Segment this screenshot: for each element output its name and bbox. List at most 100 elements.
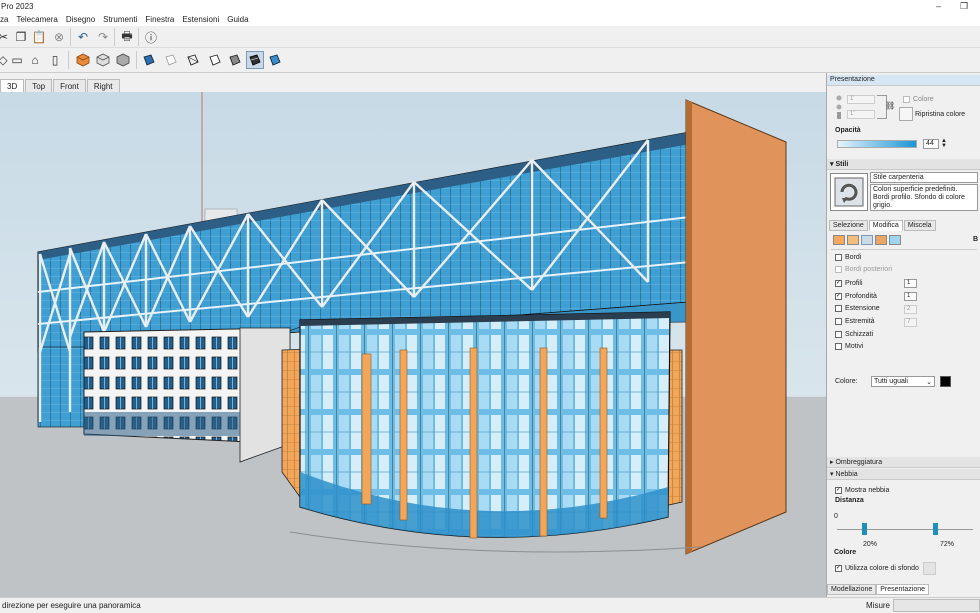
edge-color-swatch[interactable] (940, 376, 951, 387)
wireframe-icon[interactable] (184, 51, 202, 69)
opacity-input[interactable]: 44 (923, 139, 939, 149)
stili-header[interactable]: ▾ Stili (827, 159, 980, 170)
fog-start-handle[interactable] (862, 523, 868, 535)
style-description[interactable]: Colori superficie predefiniti. Bordi pro… (870, 184, 978, 211)
nebbia-header[interactable]: ▾ Nebbia (827, 469, 980, 480)
tab-modifica[interactable]: Modifica (868, 220, 903, 231)
menu-extensions[interactable]: Estensioni (178, 13, 223, 26)
profondita-checkbox[interactable]: ✓ (835, 293, 842, 300)
opacity-spinner-icon[interactable]: ▲ ▼ (941, 138, 947, 149)
paint-bucket-icon[interactable] (835, 93, 843, 121)
menu-window[interactable]: Finestra (141, 13, 178, 26)
motivi-checkbox[interactable] (835, 343, 842, 350)
menu-help[interactable]: Guida (223, 13, 252, 26)
tab-front[interactable]: Front (53, 79, 86, 92)
nebbia-label: Nebbia (835, 471, 858, 478)
top-view-icon[interactable]: ▭ (8, 51, 26, 69)
ombreggiatura-label: Ombreggiatura (835, 459, 883, 466)
estremita-value[interactable]: 7 (904, 318, 917, 327)
copy-icon[interactable]: ❐ (12, 28, 30, 46)
edge-color-select[interactable]: Tutti uguali ⌄ (871, 376, 935, 387)
schizzati-checkbox[interactable] (835, 331, 842, 338)
background-settings-icon[interactable] (861, 235, 873, 245)
style-name-field[interactable]: Stile carpenteria (870, 172, 978, 183)
option-bordi-posteriori[interactable]: Bordi posteriori (835, 266, 892, 273)
link-icon[interactable]: ⛓ (885, 101, 895, 110)
material-swatch-area: 1' 1' ⛓ (835, 93, 895, 123)
ripristina-colore-label[interactable]: Ripristina colore (915, 111, 975, 119)
usa-sfondo-checkbox[interactable]: ✓ (835, 565, 842, 572)
model-info-icon[interactable]: ⓘ (142, 28, 160, 46)
option-profondita[interactable]: ✓ Profondità (835, 293, 877, 300)
color-swatch[interactable] (899, 107, 913, 121)
profili-value[interactable]: 1 (904, 279, 917, 288)
option-motivi[interactable]: Motivi (835, 343, 863, 350)
option-usa-sfondo[interactable]: ✓ Utilizza colore di sfondo (835, 565, 919, 572)
option-mostra-nebbia[interactable]: ✓ Mostra nebbia (835, 487, 889, 494)
estensione-checkbox[interactable] (835, 305, 842, 312)
menu-tools[interactable]: Strumenti (99, 13, 141, 26)
solid-icon[interactable] (114, 51, 132, 69)
option-profili[interactable]: ✓ Profili (835, 280, 863, 287)
profili-checkbox[interactable]: ✓ (835, 280, 842, 287)
undo-icon[interactable]: ↶ (74, 28, 92, 46)
fog-end-handle[interactable] (932, 523, 938, 535)
colore-checkbox[interactable] (903, 96, 910, 103)
edge-settings-icon[interactable] (833, 235, 845, 245)
restore-button[interactable]: ❐ (960, 1, 968, 12)
right-view-icon[interactable]: ▯ (46, 51, 64, 69)
menu-draw[interactable]: Disegno (62, 13, 99, 26)
paste-icon[interactable]: 📋 (30, 28, 48, 46)
opacity-slider[interactable] (837, 140, 917, 148)
profili-label: Profili (845, 280, 863, 287)
cut-icon[interactable]: ✂ (0, 28, 12, 46)
separator (70, 28, 71, 46)
face-settings-icon[interactable] (847, 235, 859, 245)
tab-top[interactable]: Top (25, 79, 53, 92)
shaded-icon[interactable] (226, 51, 244, 69)
mostra-nebbia-checkbox[interactable]: ✓ (835, 487, 842, 494)
fog-slider-track[interactable] (837, 529, 973, 530)
option-schizzati[interactable]: Schizzati (835, 331, 873, 338)
tab-miscela[interactable]: Miscela (903, 220, 936, 231)
colore-checkbox-row[interactable]: Colore (903, 96, 934, 103)
modeling-settings-icon[interactable] (889, 235, 901, 245)
minimize-button[interactable]: – (936, 1, 941, 11)
estremita-label: Estremità (845, 318, 875, 325)
tab-modellazione[interactable]: Modellazione (827, 584, 877, 595)
profondita-value[interactable]: 1 (904, 292, 917, 301)
shaded-textures-icon[interactable] (246, 51, 264, 69)
menu-view[interactable]: za (0, 13, 12, 26)
material-value-b[interactable]: 1' (847, 110, 875, 119)
option-estensione[interactable]: Estensione (835, 305, 880, 312)
bordi-posteriori-checkbox[interactable] (835, 266, 842, 273)
component-icon[interactable] (74, 51, 92, 69)
option-bordi[interactable]: Bordi (835, 254, 861, 261)
group-icon[interactable] (94, 51, 112, 69)
3d-viewport[interactable] (0, 92, 826, 597)
estremita-checkbox[interactable] (835, 318, 842, 325)
xray-icon[interactable] (140, 51, 158, 69)
option-estremita[interactable]: Estremità (835, 318, 875, 325)
tab-3d[interactable]: 3D (0, 79, 25, 92)
erase-icon[interactable]: ⊗ (50, 28, 68, 46)
monochrome-icon[interactable] (266, 51, 284, 69)
watermark-settings-icon[interactable] (875, 235, 887, 245)
hidden-line-icon[interactable] (206, 51, 224, 69)
tab-presentazione[interactable]: Presentazione (876, 584, 930, 595)
redo-icon[interactable]: ↷ (94, 28, 112, 46)
back-edges-icon[interactable] (162, 51, 180, 69)
measurements-input[interactable] (893, 599, 980, 612)
tab-right[interactable]: Right (86, 79, 120, 92)
print-icon[interactable]: 🖶 (118, 28, 136, 46)
menu-camera[interactable]: Telecamera (12, 13, 61, 26)
estensione-value[interactable]: 2 (904, 305, 917, 314)
tray-bottom-tabs: Modellazione Presentazione (827, 584, 930, 595)
material-value-a[interactable]: 1' (847, 95, 875, 104)
fog-color-swatch[interactable] (923, 562, 936, 575)
front-view-icon[interactable]: ⌂ (26, 51, 44, 69)
bordi-checkbox[interactable] (835, 254, 842, 261)
ombreggiatura-header[interactable]: ▸ Ombreggiatura (827, 457, 980, 468)
style-thumbnail[interactable] (830, 173, 868, 211)
tab-selezione[interactable]: Selezione (829, 220, 868, 231)
